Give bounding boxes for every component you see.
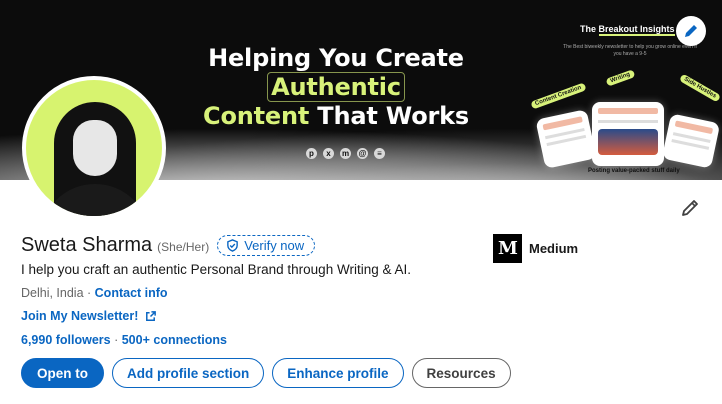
promo-card-left: [535, 109, 597, 169]
profile-pronouns: (She/Her): [157, 240, 210, 254]
promo-card-center: [592, 102, 664, 166]
x-icon: x: [323, 148, 334, 159]
edit-profile-pencil-icon[interactable]: [680, 198, 700, 218]
resources-button[interactable]: Resources: [411, 358, 511, 388]
medium-logo: M: [493, 234, 522, 263]
shield-check-icon: [227, 239, 239, 252]
promo-title-prefix: The: [580, 24, 597, 34]
current-company[interactable]: M Medium: [493, 234, 578, 263]
tag-content-creation: Content Creation: [530, 82, 587, 110]
open-to-button[interactable]: Open to: [21, 358, 104, 388]
banner-social-icons: p x m @ ≡: [306, 148, 385, 159]
separator-dot: ·: [83, 286, 95, 300]
followers-link[interactable]: 6,990 followers: [21, 333, 111, 347]
medium-icon: m: [340, 148, 351, 159]
promo-card-right: [661, 113, 721, 169]
promo-subtitle: The Best biweekly newsletter to help you…: [563, 44, 697, 57]
newsletter-link[interactable]: Join My Newsletter!: [21, 309, 157, 323]
company-name: Medium: [529, 241, 579, 256]
promo-title: The Breakout Insights: [580, 24, 675, 36]
connections-link[interactable]: 500+ connections: [122, 333, 227, 347]
headline-part1: Helping You Create: [208, 44, 464, 72]
verify-now-button[interactable]: Verify now: [217, 235, 316, 256]
verify-now-label: Verify now: [244, 238, 305, 253]
profile-location: Delhi, India: [21, 286, 84, 300]
headline-part2: That Works: [317, 102, 469, 130]
pinterest-icon: p: [306, 148, 317, 159]
profile-name: Sweta Sharma: [21, 234, 153, 256]
network-row: 6,990 followers · 500+ connections: [21, 333, 227, 347]
name-row: Sweta Sharma (She/Her) Verify now: [21, 234, 316, 257]
headline-highlight2: Content: [203, 102, 310, 130]
enhance-profile-button[interactable]: Enhance profile: [272, 358, 404, 388]
add-profile-section-button[interactable]: Add profile section: [112, 358, 265, 388]
contact-info-link[interactable]: Contact info: [95, 286, 168, 300]
tag-writing: Writing: [605, 69, 636, 87]
tag-side-hustles: Side Hustles: [678, 73, 722, 103]
location-row: Delhi, India · Contact info: [21, 286, 168, 300]
promo-title-highlight: Breakout Insights: [598, 24, 675, 36]
profile-actions: Open to Add profile section Enhance prof…: [21, 358, 511, 388]
profile-headline: I help you craft an authentic Personal B…: [21, 262, 411, 277]
banner-headline: Helping You Create Authentic Content Tha…: [146, 44, 526, 131]
headline-highlight1: Authentic: [267, 72, 405, 102]
posting-text: Posting value-packed stuff daily: [588, 168, 680, 174]
edit-banner-button[interactable]: [676, 16, 706, 46]
pencil-icon: [685, 25, 697, 37]
separator-dot-2: ·: [110, 333, 122, 347]
profile-avatar[interactable]: [22, 76, 166, 220]
threads-icon: @: [357, 148, 368, 159]
external-link-icon: [146, 310, 157, 321]
newsletter-label: Join My Newsletter!: [21, 309, 139, 323]
substack-icon: ≡: [374, 148, 385, 159]
